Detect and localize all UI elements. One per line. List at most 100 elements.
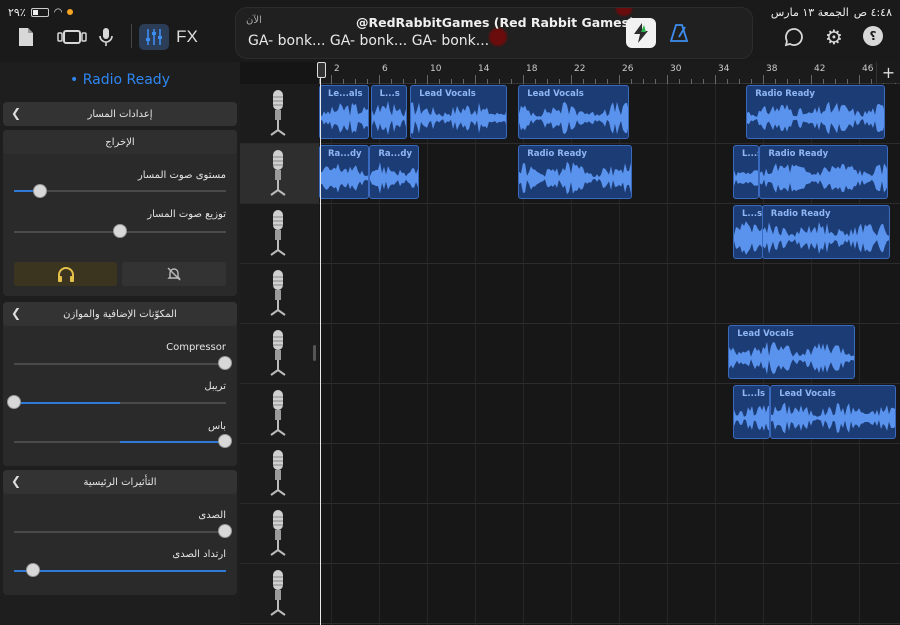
waveform	[370, 162, 418, 194]
ruler-tick	[871, 79, 872, 84]
browser-view-icon[interactable]	[56, 26, 88, 48]
grid-line	[715, 84, 716, 625]
ruler-tick	[631, 79, 632, 84]
now-playing-banner[interactable]: الآن @RedRabbitGames (Red Rabbit Games) …	[235, 7, 753, 59]
monitor-button[interactable]	[14, 262, 117, 286]
track-header[interactable]	[240, 264, 319, 324]
pan-slider-knob[interactable]	[113, 224, 127, 238]
ruler-tick	[811, 75, 812, 84]
status-date: الجمعة ١٣ مارس	[770, 5, 849, 19]
document-icon[interactable]	[15, 26, 37, 48]
audio-region[interactable]: Radio Ready	[761, 205, 891, 259]
waveform	[747, 101, 885, 135]
resize-handle[interactable]	[313, 345, 316, 361]
fx-button[interactable]: FX	[173, 26, 201, 48]
ruler-tick	[775, 79, 776, 84]
ruler-tick	[511, 79, 512, 84]
track-header[interactable]	[240, 84, 319, 144]
audio-region[interactable]: Lead Vocals	[410, 85, 508, 139]
playhead[interactable]	[320, 62, 321, 625]
output-label: الإخراج	[105, 136, 135, 148]
audio-region[interactable]: Le...als	[319, 85, 370, 139]
timeline-area[interactable]: 2 6 10 14 18 22 26 30 34 38 42 46 Le...als L...s Lead…	[319, 62, 900, 625]
row-divider	[319, 203, 900, 204]
loop-browser-icon[interactable]	[783, 26, 805, 48]
track-header[interactable]	[240, 384, 319, 444]
help-icon[interactable]: ؟	[863, 26, 883, 46]
microphone-icon	[270, 330, 286, 376]
settings-gear-icon[interactable]: ⚙	[823, 25, 845, 49]
ruler-tick	[343, 79, 344, 84]
mixer-sliders-icon[interactable]	[139, 24, 169, 50]
region-label: Lead Vocals	[779, 389, 836, 399]
audio-region[interactable]: Ra...dy	[369, 145, 419, 199]
ruler-number: 30	[670, 64, 682, 74]
audio-region[interactable]: Lead Vocals	[728, 325, 856, 379]
treble-slider-knob[interactable]	[7, 395, 21, 409]
compressor-slider-track[interactable]	[14, 363, 226, 365]
region-label: Le...als	[328, 89, 363, 99]
waveform	[729, 341, 855, 375]
row-divider	[319, 263, 900, 264]
track-header[interactable]	[240, 324, 319, 384]
region-label: Lead Vocals	[737, 329, 794, 339]
ruler-tick	[463, 79, 464, 84]
audio-region[interactable]: L...s	[733, 205, 763, 259]
ruler-tick	[547, 79, 548, 84]
ruler-tick	[835, 79, 836, 84]
audio-region[interactable]: Radio Ready	[759, 145, 888, 199]
waveform	[734, 221, 762, 255]
status-left: ٢٩٪ ◠	[8, 4, 74, 20]
waveform	[734, 169, 759, 187]
row-divider	[319, 323, 900, 324]
track-header[interactable]	[240, 444, 319, 504]
waveform	[320, 163, 369, 193]
track-settings-header[interactable]: ❮ إعدادات المسار	[3, 102, 237, 126]
audio-region[interactable]: L...s	[733, 145, 760, 199]
row-divider	[319, 503, 900, 504]
microphone-icon	[270, 450, 286, 496]
microphone-icon[interactable]	[95, 26, 117, 48]
audio-region[interactable]: L...s	[370, 85, 407, 139]
row-divider	[319, 383, 900, 384]
region-label: Ra...dy	[378, 149, 412, 159]
region-label: Radio Ready	[768, 149, 829, 159]
ruler-tick	[427, 75, 428, 84]
mute-button[interactable]	[122, 262, 226, 286]
track-header[interactable]	[240, 204, 319, 264]
bass-slider-knob[interactable]	[218, 434, 232, 448]
add-section-button[interactable]: +	[876, 62, 900, 83]
recording-dot-icon	[67, 9, 74, 15]
track-header[interactable]	[240, 504, 319, 564]
audio-region[interactable]: Lead Vocals	[770, 385, 897, 439]
playhead-handle[interactable]	[317, 62, 326, 78]
ruler[interactable]: 2 6 10 14 18 22 26 30 34 38 42 46	[319, 62, 900, 84]
echo-slider-track[interactable]	[14, 531, 226, 533]
audio-region[interactable]: Lead Vocals	[518, 85, 629, 139]
ruler-number: 42	[814, 64, 826, 74]
compressor-slider-knob[interactable]	[218, 356, 232, 370]
audio-region[interactable]: Radio Ready	[518, 145, 633, 199]
ruler-number: 34	[718, 64, 730, 74]
track-controls-panel: • Radio Ready ❮ إعدادات المسار الإخراج م…	[0, 62, 240, 625]
region-label: Radio Ready	[527, 149, 587, 159]
echo-slider-knob[interactable]	[218, 524, 232, 538]
track-header[interactable]	[240, 144, 319, 204]
chevron-left-icon: ❮	[11, 474, 22, 488]
ruler-tick	[619, 75, 620, 84]
volume-slider-knob[interactable]	[33, 184, 47, 198]
audio-region[interactable]: Ra...dy	[319, 145, 370, 199]
audio-region[interactable]: Radio Ready	[746, 85, 886, 139]
audio-region[interactable]: L...ls	[733, 385, 771, 439]
track-header[interactable]	[240, 564, 319, 624]
microphone-icon	[270, 150, 286, 196]
microphone-icon	[270, 210, 286, 256]
reverb-slider-knob[interactable]	[26, 563, 40, 577]
battery-percent: ٢٩٪	[8, 5, 26, 19]
ruler-tick	[451, 79, 452, 84]
pan-label: توزيع صوت المسار	[147, 209, 226, 220]
master-effects-header[interactable]: ❮ التأثيرات الرئيسية	[3, 470, 237, 494]
ruler-tick	[691, 79, 692, 84]
plugins-header[interactable]: ❮ المكوّنات الإضافية والموازن	[3, 302, 237, 326]
metronome-icon[interactable]	[668, 22, 690, 44]
